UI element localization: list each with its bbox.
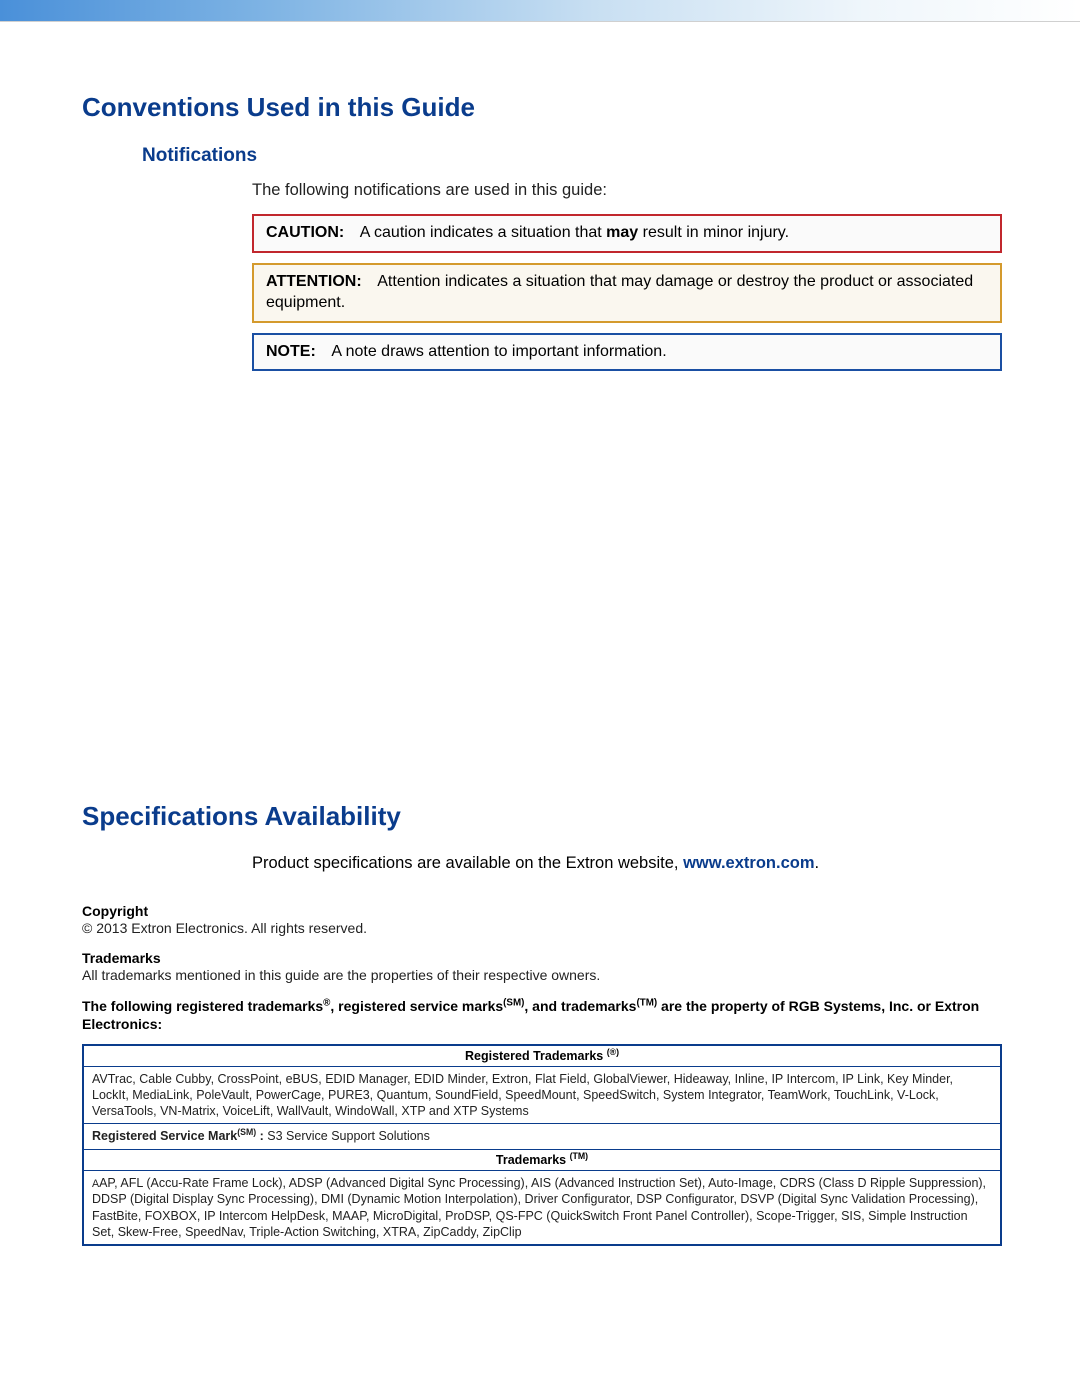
page-top-divider: [0, 0, 1080, 22]
note-text: A note draws attention to important info…: [331, 343, 666, 360]
svc-label-sup: (SM): [237, 1127, 256, 1137]
notifications-intro: The following notifications are used in …: [252, 181, 1002, 200]
caution-bold: may: [606, 224, 638, 241]
tm-stmt-2: , registered service marks: [330, 998, 503, 1014]
specs-intro-post: .: [815, 854, 820, 872]
note-callout: NOTE: A note draws attention to importan…: [252, 333, 1002, 372]
copyright-heading: Copyright: [82, 903, 1002, 919]
trademarks-statement: The following registered trademarks®, re…: [82, 997, 1002, 1033]
tm-body-rest: AP, AFL (Accu-Rate Frame Lock), ADSP (Ad…: [92, 1176, 986, 1239]
svc-label-post: :: [256, 1129, 264, 1143]
caution-text-pre: A caution indicates a situation that: [360, 224, 606, 241]
registered-tm-body: AVTrac, Cable Cubby, CrossPoint, eBUS, E…: [83, 1066, 1001, 1124]
attention-label: ATTENTION:: [266, 273, 362, 290]
trademarks-table: Registered Trademarks (®) AVTrac, Cable …: [82, 1044, 1002, 1247]
attention-text: Attention indicates a situation that may…: [266, 273, 973, 312]
service-mark-row: Registered Service Mark(SM) : S3 Service…: [83, 1124, 1001, 1149]
service-mark-label: Registered Service Mark(SM) :: [92, 1129, 264, 1143]
tm-stmt-3: , and trademarks: [524, 998, 636, 1014]
reg-header-sup: (®): [607, 1046, 619, 1056]
page-content: Conventions Used in this Guide Notificat…: [0, 22, 1080, 1286]
copyright-body: © 2013 Extron Electronics. All rights re…: [82, 919, 1002, 938]
attention-callout: ATTENTION: Attention indicates a situati…: [252, 263, 1002, 323]
tm-header-text: Trademarks: [496, 1153, 570, 1167]
tm-superscript: (TM): [636, 998, 657, 1009]
caution-callout: CAUTION: A caution indicates a situation…: [252, 214, 1002, 253]
tm-stmt-1: The following registered trademarks: [82, 998, 323, 1014]
vertical-spacer: [82, 381, 1002, 801]
trademarks-body: All trademarks mentioned in this guide a…: [82, 966, 1002, 985]
caution-label: CAUTION:: [266, 224, 344, 241]
trademarks-tm-header: Trademarks (TM): [83, 1149, 1001, 1170]
trademarks-tm-body: AAP, AFL (Accu-Rate Frame Lock), ADSP (A…: [83, 1170, 1001, 1245]
tm-header-sup: (TM): [570, 1150, 588, 1160]
caution-text-post: result in minor injury.: [638, 224, 789, 241]
trademarks-heading: Trademarks: [82, 950, 1002, 966]
specs-intro-text: Product specifications are available on …: [252, 854, 1002, 873]
specs-intro-pre: Product specifications are available on …: [252, 854, 683, 872]
notifications-subheading: Notifications: [142, 145, 1002, 167]
notifications-block: The following notifications are used in …: [252, 181, 1002, 371]
conventions-heading: Conventions Used in this Guide: [82, 92, 1002, 123]
sm-superscript: (SM): [503, 998, 524, 1009]
extron-link[interactable]: www.extron.com: [683, 854, 814, 872]
registered-tm-header: Registered Trademarks (®): [83, 1045, 1001, 1067]
note-label: NOTE:: [266, 343, 316, 360]
specs-heading: Specifications Availability: [82, 801, 1002, 832]
specs-intro-block: Product specifications are available on …: [252, 854, 1002, 873]
reg-header-text: Registered Trademarks: [465, 1049, 607, 1063]
service-mark-body: S3 Service Support Solutions: [264, 1129, 430, 1143]
svc-label-pre: Registered Service Mark: [92, 1129, 237, 1143]
